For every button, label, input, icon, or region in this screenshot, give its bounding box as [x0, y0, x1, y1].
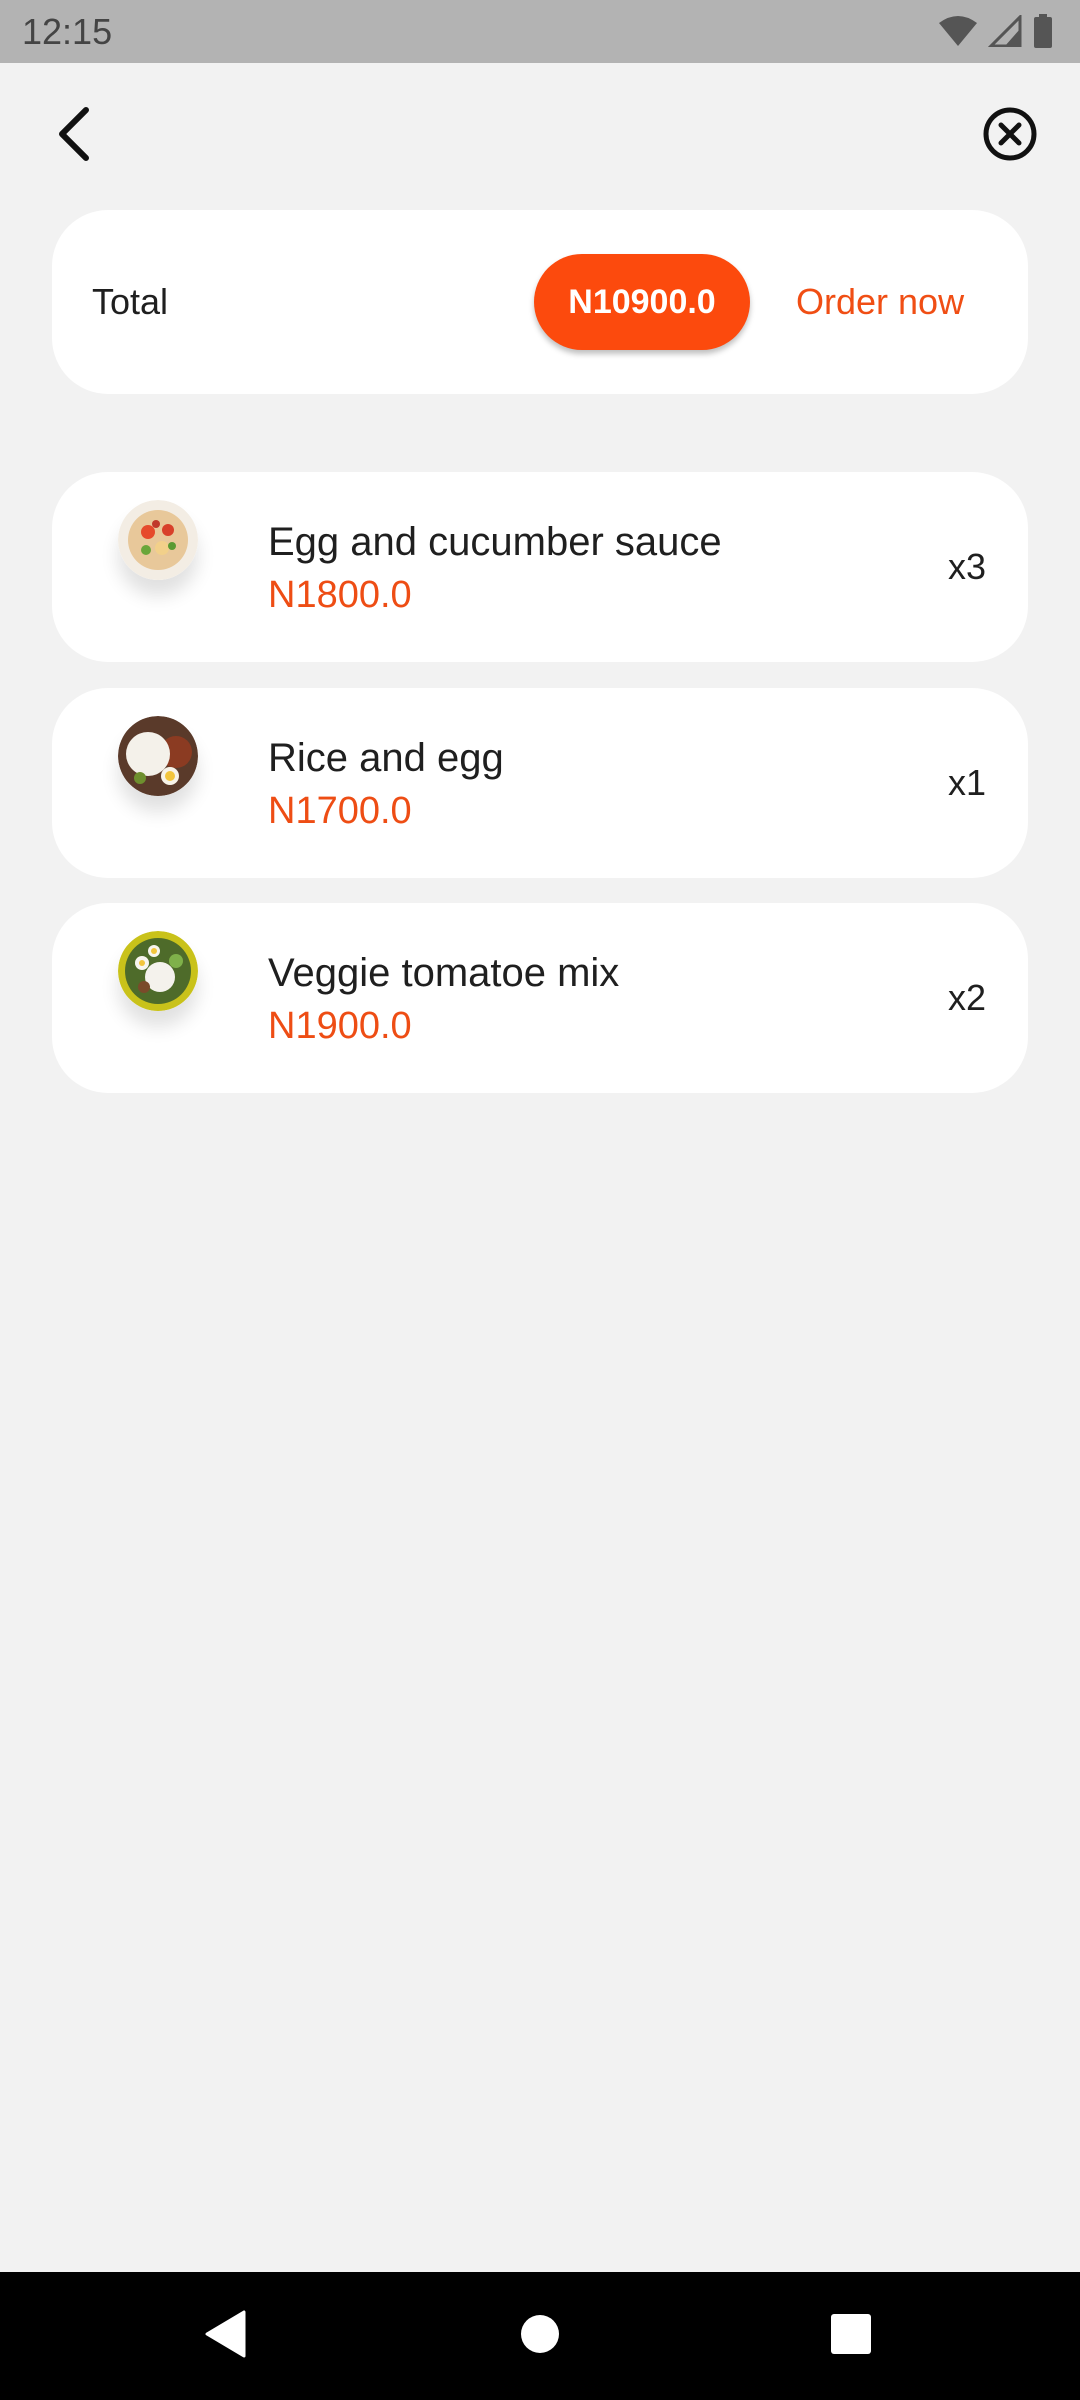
system-recents-button[interactable] — [791, 2272, 911, 2400]
order-summary-card: Total N10900.0 Order now — [52, 210, 1028, 394]
food-thumbnail — [118, 931, 198, 1011]
food-thumbnail — [118, 716, 198, 796]
item-quantity: x2 — [947, 977, 986, 1018]
cart-item[interactable]: Veggie tomatoe mix N1900.0 x2 — [52, 903, 1028, 1093]
back-button[interactable] — [44, 96, 104, 176]
item-price: N1800.0 — [268, 574, 412, 616]
close-button[interactable] — [980, 106, 1040, 166]
recents-square-icon — [830, 2313, 872, 2360]
home-circle-icon — [519, 2313, 561, 2360]
item-name: Veggie tomatoe mix — [268, 951, 620, 995]
battery-icon — [1032, 14, 1054, 48]
status-time: 12:15 — [22, 11, 113, 52]
cell-signal-icon — [988, 15, 1022, 47]
wifi-icon — [938, 15, 978, 47]
item-price: N1900.0 — [268, 1005, 412, 1047]
item-name: Egg and cucumber sauce — [268, 520, 722, 564]
item-price: N1700.0 — [268, 790, 412, 832]
food-thumbnail — [118, 500, 198, 580]
cart-item[interactable]: Rice and egg N1700.0 x1 — [52, 688, 1028, 878]
cart-item[interactable]: Egg and cucumber sauce N1800.0 x3 — [52, 472, 1028, 662]
close-circle-icon — [982, 106, 1038, 167]
order-now-button[interactable]: Order now — [796, 276, 964, 328]
total-amount-badge: N10900.0 — [534, 254, 750, 350]
system-navigation-bar — [0, 2272, 1080, 2400]
system-home-button[interactable] — [480, 2272, 600, 2400]
system-back-button[interactable] — [166, 2272, 286, 2400]
status-icons — [938, 14, 1054, 48]
item-name: Rice and egg — [268, 736, 504, 780]
item-quantity: x3 — [947, 546, 986, 587]
total-label: Total — [92, 281, 169, 322]
status-bar: 12:15 — [0, 0, 1080, 63]
back-arrow-icon — [54, 106, 94, 167]
item-quantity: x1 — [947, 762, 986, 803]
back-triangle-icon — [204, 2310, 248, 2363]
